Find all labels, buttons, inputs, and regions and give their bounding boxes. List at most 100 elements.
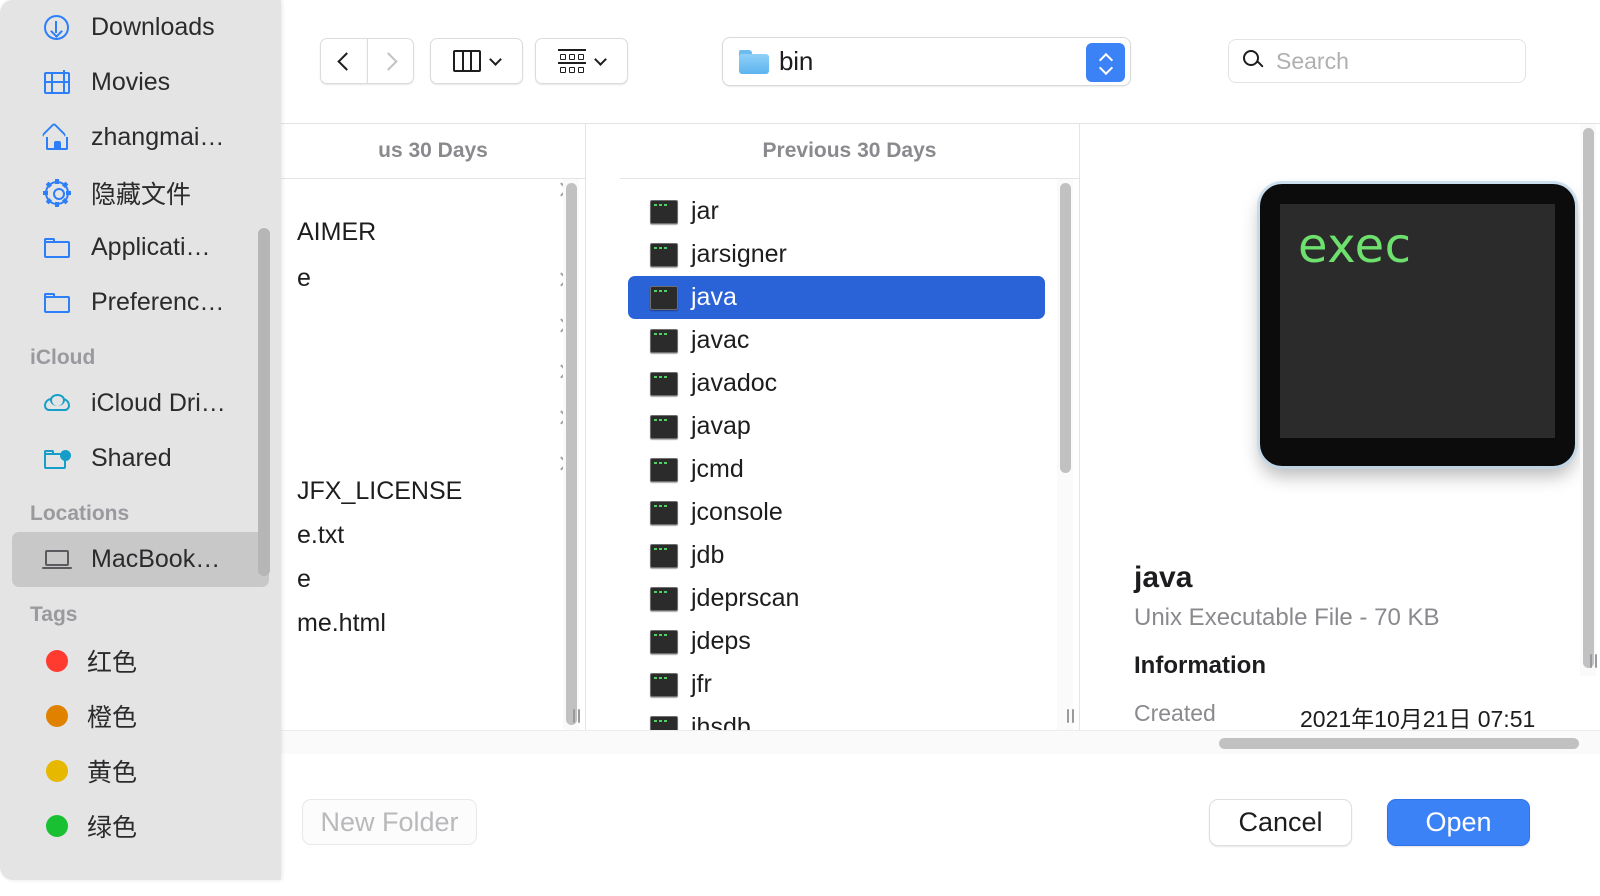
file-list-item[interactable]: javap <box>628 405 1045 448</box>
file-list-item[interactable]: jcmd <box>628 448 1045 491</box>
column-1-row[interactable]: me.html <box>289 603 577 643</box>
column-2-scrollbar[interactable] <box>1057 179 1073 730</box>
new-folder-button[interactable]: New Folder <box>302 799 477 845</box>
sidebar-tag-0[interactable]: 红色 <box>12 633 269 688</box>
view-mode-button[interactable] <box>430 38 523 84</box>
column-browser: us 30 Days me.html e e.txt JFX_LICENSE e AIME… <box>281 123 1600 730</box>
chevron-left-icon <box>336 51 356 71</box>
sidebar-item-icloud-0[interactable]: iCloud Dri… <box>12 376 269 431</box>
column-1-row[interactable]: AIMER <box>289 212 577 252</box>
sidebar-tag-3[interactable]: 绿色 <box>12 798 269 853</box>
sidebar-item-label: MacBook… <box>91 545 221 573</box>
column-1-row[interactable] <box>289 304 577 344</box>
toolbar: bin Search <box>281 0 1600 123</box>
sidebar-item-label: Shared <box>91 444 172 472</box>
column-1-row-label: e.txt <box>297 520 345 549</box>
file-name-label: jdb <box>691 541 725 569</box>
executable-file-icon <box>650 629 678 654</box>
home-icon <box>41 121 72 152</box>
cancel-button[interactable]: Cancel <box>1209 799 1352 846</box>
sidebar-item-favorite-5[interactable]: Preferenc… <box>12 275 269 330</box>
sidebar-tag-label: 红色 <box>87 648 138 677</box>
preview-created-value: 2021年10月21日 07:51 <box>1300 706 1536 730</box>
column-1-row[interactable] <box>289 396 577 436</box>
file-list-item[interactable]: jhsdb <box>628 706 1045 730</box>
file-list-item[interactable]: java <box>628 276 1045 319</box>
sidebar-heading-locations: Locations <box>30 502 130 525</box>
column-1-resize-handle[interactable] <box>569 709 583 723</box>
folder-icon <box>42 289 72 317</box>
chevron-down-icon <box>489 52 502 66</box>
preview-file-kind: Unix Executable File - 70 KB <box>1134 604 1440 631</box>
file-name-label: jhsdb <box>691 713 751 730</box>
sidebar-tag-1[interactable]: 橙色 <box>12 688 269 743</box>
search-input[interactable]: Search <box>1228 39 1526 83</box>
path-popup-button[interactable]: bin <box>722 37 1131 86</box>
sidebar-item-favorite-2[interactable]: zhangmai… <box>12 110 269 165</box>
back-button[interactable] <box>320 38 367 84</box>
executable-file-icon <box>650 672 678 697</box>
sidebar-item-favorite-0[interactable]: Downloads <box>12 0 269 55</box>
preview-resize-handle[interactable] <box>1586 654 1600 668</box>
file-list-item[interactable]: jdb <box>628 534 1045 577</box>
file-list-item[interactable]: jar <box>628 190 1045 233</box>
sidebar-scroll-thumb[interactable] <box>258 228 270 576</box>
preview-file-name: java <box>1134 561 1193 594</box>
column-1-row[interactable] <box>289 350 577 390</box>
file-list-item[interactable]: javac <box>628 319 1045 362</box>
column-view-icon <box>453 50 481 72</box>
file-list-item[interactable]: jarsigner <box>628 233 1045 276</box>
file-name-label: javap <box>691 412 751 440</box>
column-2-resize-handle[interactable] <box>1063 709 1077 723</box>
sidebar-item-label: zhangmai… <box>91 123 225 151</box>
sidebar-tag-label: 橙色 <box>87 703 138 732</box>
column-1-row[interactable] <box>289 179 577 208</box>
sidebar-item-favorite-1[interactable]: Movies <box>12 55 269 110</box>
sidebar-item-favorite-4[interactable]: Applicati… <box>12 220 269 275</box>
column-1-row[interactable]: e <box>289 559 577 599</box>
column-1-row-label: me.html <box>297 608 386 637</box>
sidebar-item-location-0[interactable]: MacBook… <box>12 532 269 587</box>
column-1-scroll-thumb[interactable] <box>566 183 577 725</box>
preview-thumbnail: exec <box>1260 184 1575 466</box>
horizontal-scrollbar[interactable] <box>281 730 1600 754</box>
sidebar-tag-label: 黄色 <box>87 758 138 787</box>
file-list-item[interactable]: javadoc <box>628 362 1045 405</box>
column-1-row[interactable] <box>289 442 577 482</box>
file-list-item[interactable]: jdeprscan <box>628 577 1045 620</box>
sidebar-list: Downloads Movies zhangmai… 隐藏文件 Applicati… Pr… <box>0 0 281 853</box>
sidebar-tag-2[interactable]: 黄色 <box>12 743 269 798</box>
file-name-label: javac <box>691 326 750 354</box>
browser-column-2: Previous 30 Days jar jarsigner java javac ja… <box>620 124 1080 730</box>
file-open-dialog: bin Search us 30 Days me.html e e.txt JFX_L… <box>281 0 1600 896</box>
path-stepper-icon[interactable] <box>1086 43 1125 82</box>
column-1-row-label: e <box>297 564 311 593</box>
file-name-label: jdeps <box>691 627 751 655</box>
preview-scroll-thumb[interactable] <box>1583 128 1594 668</box>
sidebar-heading-icloud: iCloud <box>30 346 96 369</box>
movies-icon <box>42 69 72 97</box>
file-name-label: javadoc <box>691 369 778 397</box>
group-icon <box>558 49 586 73</box>
executable-file-icon <box>650 500 678 525</box>
preview-created-label: Created <box>1134 700 1216 726</box>
group-by-button[interactable] <box>535 38 628 84</box>
sidebar-item-favorite-3[interactable]: 隐藏文件 <box>12 165 269 220</box>
column-1-row[interactable]: e <box>289 258 577 298</box>
file-list-item[interactable]: jdeps <box>628 620 1045 663</box>
column-1-scrollbar[interactable] <box>563 179 579 730</box>
chevron-right-icon <box>379 51 398 71</box>
preview-scrollbar[interactable] <box>1580 124 1596 676</box>
forward-button[interactable] <box>367 38 414 84</box>
executable-file-icon <box>650 586 678 611</box>
column-1-row[interactable]: e.txt <box>289 515 577 555</box>
horizontal-scroll-thumb[interactable] <box>1219 738 1579 749</box>
sidebar-item-icloud-1[interactable]: Shared <box>12 431 269 486</box>
file-list-item[interactable]: jfr <box>628 663 1045 706</box>
folder-icon <box>42 234 72 262</box>
tag-color-dot <box>46 814 68 837</box>
open-button[interactable]: Open <box>1387 799 1530 846</box>
file-list-item[interactable]: jconsole <box>628 491 1045 534</box>
preview-pane: exec java Unix Executable File - 70 KB I… <box>1100 124 1600 730</box>
column-2-scroll-thumb[interactable] <box>1060 183 1071 473</box>
